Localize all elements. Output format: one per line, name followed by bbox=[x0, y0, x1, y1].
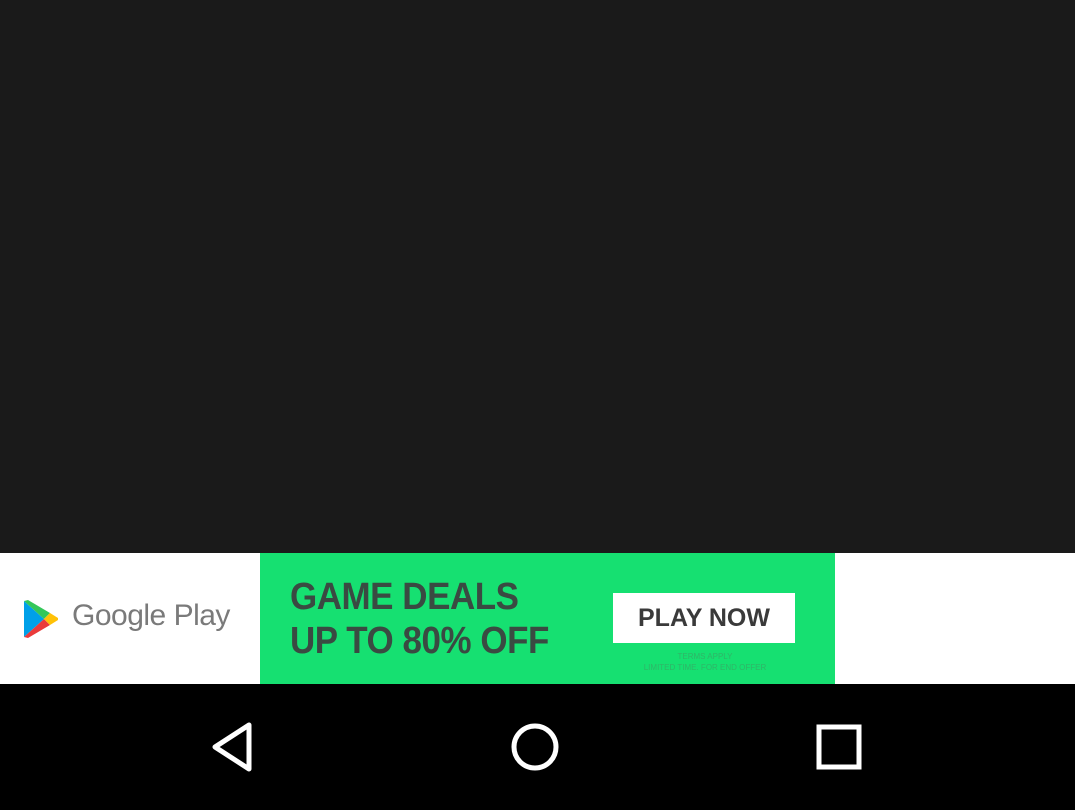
fine-print: TERMS APPLY LIMITED TIME. FOR END OFFER bbox=[600, 651, 810, 673]
back-icon bbox=[212, 722, 252, 772]
app-content-area bbox=[0, 0, 1075, 553]
deal-headline-line1: GAME DEALS bbox=[290, 576, 519, 618]
home-icon bbox=[511, 723, 559, 771]
deal-panel[interactable]: GAME DEALS UP TO 80% OFF PLAY NOW TERMS … bbox=[260, 553, 835, 684]
screen: Google Play GAME DEALS UP TO 80% OFF PLA… bbox=[0, 0, 1075, 810]
play-now-button[interactable]: PLAY NOW bbox=[613, 593, 795, 643]
back-button[interactable] bbox=[197, 714, 267, 780]
ad-banner[interactable]: Google Play GAME DEALS UP TO 80% OFF PLA… bbox=[0, 553, 1075, 684]
deal-headline-line2: UP TO 80% OFF bbox=[290, 620, 549, 662]
navigation-bar bbox=[0, 684, 1075, 810]
fine-print-line2: LIMITED TIME. FOR END OFFER bbox=[643, 663, 767, 672]
google-play-label: Google Play bbox=[72, 599, 230, 632]
deal-headline: GAME DEALS UP TO 80% OFF bbox=[290, 575, 549, 663]
fine-print-line1: TERMS APPLY bbox=[677, 652, 733, 661]
recents-button[interactable] bbox=[804, 714, 874, 780]
google-play-icon bbox=[24, 600, 58, 638]
google-play-brand[interactable]: Google Play bbox=[0, 553, 260, 684]
ad-blank-area bbox=[835, 553, 1075, 684]
recents-icon bbox=[816, 724, 862, 770]
home-button[interactable] bbox=[500, 714, 570, 780]
